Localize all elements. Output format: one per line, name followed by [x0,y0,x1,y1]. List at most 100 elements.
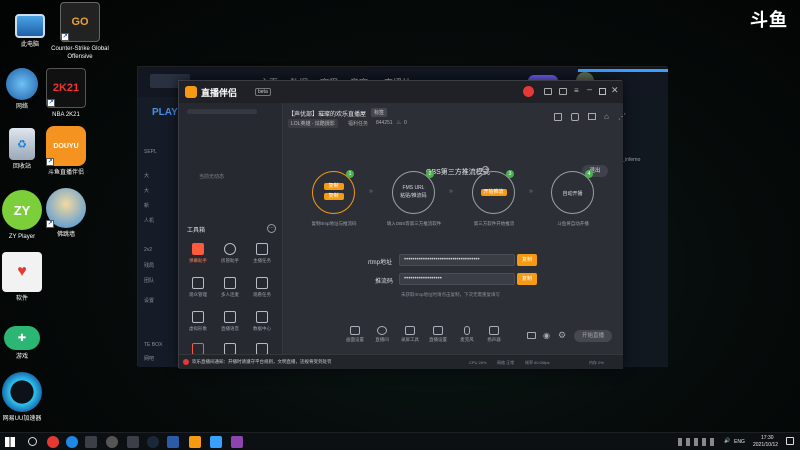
game-sidebar-item[interactable]: 人机 [144,217,154,224]
step-copy-button-2[interactable]: 复制 [323,193,344,200]
message-icon[interactable] [544,88,552,95]
desktop-icon-games[interactable]: ✚ 游戏 [0,318,52,361]
copy-stream-key-button[interactable]: 复制 [517,273,537,285]
stream-key-label: 推流码 [375,279,394,285]
game-sidebar-item[interactable]: 残局 [144,262,154,269]
gear-icon[interactable]: ⚙ [558,330,566,341]
maximize-icon[interactable] [599,88,606,95]
douyu-taskbar-icon[interactable] [189,436,201,448]
share-icon[interactable]: ⋰ [618,112,626,121]
bell-icon[interactable]: ⌂ [604,112,609,121]
desktop-icon-buddha[interactable]: ↗ 佛跳墙 [36,188,96,239]
tool-danmu-assistant[interactable]: 弹幕助手 [183,243,213,264]
game-sidebar-item[interactable]: TE BOX [144,342,162,348]
tool-data-center[interactable]: 数据中心 [247,311,277,332]
buddha-icon: ↗ [46,188,86,228]
tool-anchor-tasks[interactable]: 主播任务 [247,243,277,264]
status-cpu: CPU 26% [469,360,487,365]
eye-icon[interactable]: ◉ [543,331,550,340]
step-copy-button[interactable]: 复制 [323,183,344,190]
desktop-icon-label: 游戏 [15,354,28,360]
game-sidebar-item[interactable]: 新 [144,202,149,209]
image-icon [224,311,236,323]
screen-icon[interactable] [588,113,596,120]
minimize-icon[interactable]: – [587,84,592,94]
live-settings-button[interactable]: 直播设置 [425,326,451,343]
tool-multi-mic[interactable]: 多人连麦 [215,277,245,298]
step-start-push-label: 开始推流 [480,189,507,196]
notice-text[interactable]: 欢乐直播间通知：开播时请遵守平台规则，文明直播，违规将受到处罚 [192,359,332,365]
gift-icon[interactable] [554,113,562,121]
record-indicator-icon[interactable] [523,86,534,97]
uu-icon [2,372,42,412]
stream-task[interactable]: 福利任务 [348,120,368,127]
game-sidebar-item[interactable]: 网吧 [144,355,154,362]
step-2-caption: 填入OBS等第三方推流软件 [386,221,442,226]
play-icon [192,311,204,323]
danmu-icon [192,243,204,255]
close-icon[interactable]: ✕ [611,85,619,96]
tool-room-manager[interactable]: 房管助手 [215,243,245,264]
toolbox-more-icon[interactable]: ⋯ [267,224,276,233]
copy-rtmp-button[interactable]: 复制 [517,254,537,266]
companion-logo-icon [185,86,197,98]
notification-icon[interactable] [786,437,794,445]
tool-watch-tasks[interactable]: 观看任务 [247,277,277,298]
stream-title[interactable]: 【声优部】璀璨的欢乐直播屋 [288,109,366,118]
companion-title: 直播伴侣 [201,88,238,98]
stream-category[interactable]: LOL英雄 · 炫酷摄影 [288,119,338,128]
tool-viewer-manage[interactable]: 观众管理 [183,277,213,298]
desktop-icon-nba2k21[interactable]: 2K21 ↗ NBA 2K21 [36,68,96,119]
game-sidebar-item[interactable]: SEPL [144,149,157,155]
game-sidebar-item[interactable]: 设置 [144,297,154,304]
stream-key-field[interactable]: •••••••••••••••••• [399,273,515,285]
start-live-button[interactable]: 开始直播 [574,330,612,342]
rtmp-address-field[interactable]: •••••••••••••••••••••••••••••••••••• [399,254,515,266]
douyu-live-companion-window[interactable]: 直播伴侣 beta ≡ – ✕ 当前无动态 工具箱 ⋯ 弹幕助手 房管助手 主播… [178,80,626,369]
nba2k21-icon: 2K21 ↗ [46,68,86,108]
screen-settings-button[interactable]: 画面设置 [342,326,368,343]
bag-icon[interactable] [571,113,579,121]
game-sidebar-item[interactable]: 团队 [144,277,154,284]
start-button[interactable] [5,437,15,447]
stream-tag[interactable]: 标签 [371,108,388,117]
desktop-icon-douyu[interactable]: DOUYU ↗ 斗鱼直播伴侣 [36,126,96,177]
desktop-icon-software-folder[interactable]: ♥ 软件 [0,252,52,303]
record-tool-button[interactable]: 录屏工具 [397,326,423,343]
desktop-icon-label: 佛跳墙 [56,232,75,238]
taskbar-app-8-icon[interactable] [231,436,243,448]
live-room-button[interactable]: 直播间 [369,326,395,343]
game-sidebar-item[interactable]: 大 [144,172,149,179]
taskbar-app-7-icon[interactable] [210,436,222,448]
menu-icon[interactable]: ≡ [574,86,579,95]
language-indicator[interactable]: ENG [734,439,745,445]
taskbar-app-5-icon[interactable] [127,436,139,448]
game-sidebar-item[interactable]: 2v2 [144,247,152,253]
taskbar-app-6-icon[interactable] [167,436,179,448]
task-icon [256,243,268,255]
volume-icon[interactable]: 🔊 [724,438,730,444]
tool-live-voice[interactable]: 直播语音 [215,311,245,332]
search-icon[interactable] [28,437,37,446]
desktop-icon-uu[interactable]: 网易UU加速器 [0,372,52,423]
tool-virtual-avatar[interactable]: 虚拟形象 [183,311,213,332]
taskbar-app-3-icon[interactable] [85,436,97,448]
taskbar-app-2-icon[interactable] [66,436,78,448]
step-arrow-icon: » [449,188,453,195]
taskbar-app-4-icon[interactable] [106,436,118,448]
steam-icon[interactable] [147,436,159,448]
speaker-button[interactable]: 扬声器 [481,326,507,343]
heart-check-icon [192,277,204,289]
step-2-paste: 2 FMS URL 粘贴/推流码 [392,170,435,214]
microphone-button[interactable]: 麦克风 [454,326,480,343]
windows-taskbar: ENG 🔊 17:30 2021/10/12 [0,432,800,450]
tray-icons[interactable] [678,438,718,446]
skin-icon[interactable] [559,88,567,95]
clock-date[interactable]: 2021/10/12 [753,442,778,448]
game-sidebar-item[interactable]: 大 [144,187,149,194]
clock-time[interactable]: 17:30 [761,435,774,441]
step-4-auto-live: 4 自动开播 [551,170,594,214]
taskbar-app-1-icon[interactable] [47,436,59,448]
camera-toggle-icon[interactable] [527,332,536,339]
desktop-icon-csgo[interactable]: GO ↗ Counter-Strike Global Offensive [50,2,110,61]
